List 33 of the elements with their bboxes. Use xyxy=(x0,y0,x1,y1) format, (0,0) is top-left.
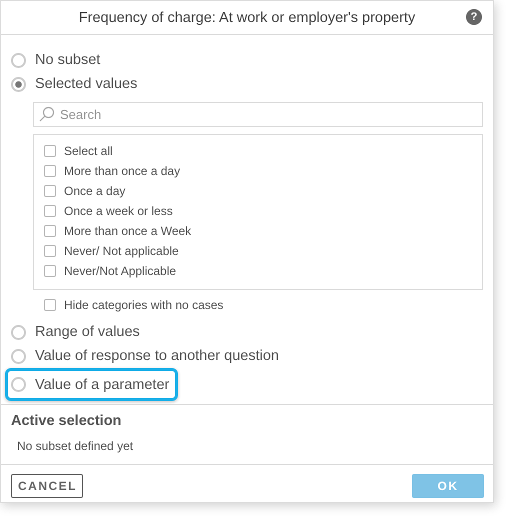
radio-label[interactable]: No subset xyxy=(35,52,100,68)
search-field[interactable]: Search xyxy=(33,102,483,127)
checkbox[interactable] xyxy=(44,265,56,277)
radio-button[interactable] xyxy=(11,348,26,364)
checkbox[interactable] xyxy=(44,245,56,257)
checkbox[interactable] xyxy=(44,225,56,237)
radio-label[interactable]: Value of a parameter xyxy=(35,376,170,392)
help-icon[interactable]: ? xyxy=(466,9,482,25)
cancel-button[interactable]: CANCEL xyxy=(11,474,83,498)
checkbox[interactable] xyxy=(44,299,56,311)
checkbox-label[interactable]: Select all xyxy=(64,144,113,158)
radio-label[interactable]: Selected values xyxy=(35,76,138,92)
radio-label[interactable]: Range of values xyxy=(35,324,140,340)
radio-label[interactable]: Value of response to another question xyxy=(35,348,279,364)
checkbox-label[interactable]: Never/ Not applicable xyxy=(64,244,179,258)
radio-button[interactable] xyxy=(11,324,26,340)
checkbox-label[interactable]: Never/Not Applicable xyxy=(64,264,176,278)
checkbox-label[interactable]: More than once a day xyxy=(64,164,180,178)
checkbox-label[interactable]: Hide categories with no cases xyxy=(64,298,224,312)
checkbox[interactable] xyxy=(44,185,56,197)
checkbox-label[interactable]: Once a week or less xyxy=(64,204,173,218)
radio-button[interactable] xyxy=(11,377,26,392)
radio-button[interactable] xyxy=(11,52,26,68)
checkbox-label[interactable]: Once a day xyxy=(64,184,126,198)
checkbox-label[interactable]: More than once a Week xyxy=(64,224,192,238)
selection-text: No subset defined yet xyxy=(17,439,134,453)
search-icon xyxy=(39,106,55,122)
section-heading: Active selection xyxy=(11,413,122,429)
checkbox[interactable] xyxy=(44,205,56,217)
checkbox[interactable] xyxy=(44,145,56,157)
radio-button[interactable] xyxy=(11,76,26,92)
dialog-title: Frequency of charge: At work or employer's property xyxy=(78,10,416,26)
checkbox[interactable] xyxy=(44,165,56,177)
